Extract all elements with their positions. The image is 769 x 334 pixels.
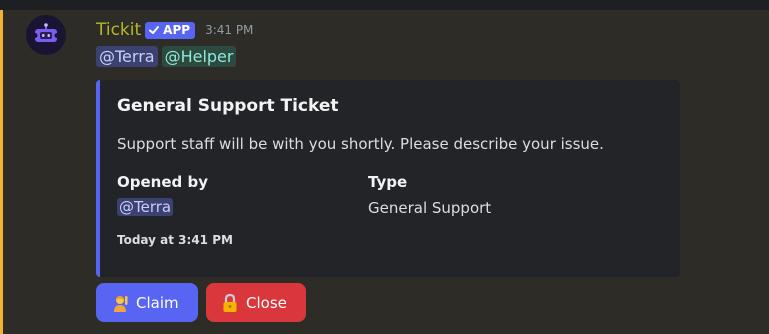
mention-highlight-bar	[0, 10, 3, 334]
field-value-type: General Support	[368, 199, 492, 217]
role-mention[interactable]: @Helper	[161, 46, 237, 67]
bot-avatar[interactable]	[26, 15, 66, 55]
verified-check-icon	[149, 26, 160, 34]
embed-title: General Support Ticket	[117, 96, 339, 116]
embed-description: Support staff will be with you shortly. …	[117, 135, 604, 153]
user-mention[interactable]: @Terra	[96, 46, 158, 67]
bot-message: Tickit APP 3:41 PM @Terra @Helper Genera…	[0, 10, 769, 334]
message-header: Tickit APP 3:41 PM	[96, 18, 253, 42]
message-content: @Terra @Helper	[96, 46, 237, 67]
app-tag-label: APP	[163, 23, 191, 37]
ticket-embed: General Support Ticket Support staff wil…	[96, 80, 680, 277]
robot-ticket-icon	[32, 23, 60, 42]
top-divider	[0, 0, 769, 10]
field-name-type: Type	[368, 173, 408, 191]
close-button-label: Close	[246, 293, 287, 312]
opened-by-user-mention[interactable]: @Terra	[117, 198, 174, 216]
bot-username[interactable]: Tickit	[96, 20, 141, 40]
embed-footer-timestamp: Today at 3:41 PM	[117, 233, 233, 247]
message-timestamp[interactable]: 3:41 PM	[205, 23, 253, 37]
action-row: Claim Close	[96, 283, 306, 322]
claim-button-label: Claim	[136, 293, 179, 312]
app-tag: APP	[145, 21, 196, 39]
lock-icon	[220, 293, 240, 313]
close-button[interactable]: Close	[206, 283, 306, 322]
claim-button[interactable]: Claim	[96, 283, 198, 322]
field-value-opened-by: @Terra	[117, 198, 174, 216]
field-name-opened-by: Opened by	[117, 173, 208, 191]
person-raising-hand-icon	[110, 293, 130, 313]
